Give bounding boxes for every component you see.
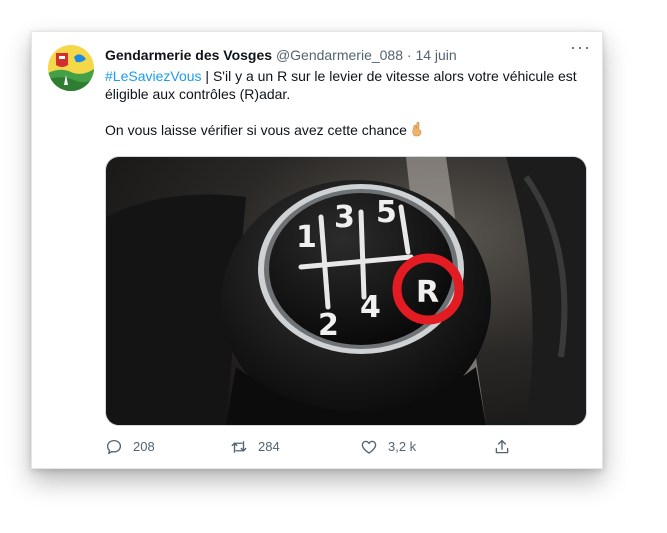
avatar[interactable]	[48, 45, 94, 91]
retweet-count: 284	[258, 439, 280, 454]
tweet-actions: 208 284 3,2 k	[105, 435, 525, 459]
retweet-button[interactable]: 284	[230, 435, 280, 459]
knob-number-3: 3	[334, 200, 355, 235]
knob-number-2: 2	[318, 308, 339, 343]
knob-number-5: 5	[376, 195, 397, 230]
hashtag-link[interactable]: #LeSaviezVous	[105, 68, 202, 84]
crossed-fingers-emoji-icon	[411, 121, 423, 141]
tweet-paragraph-2: On vous laisse vérifier si vous avez cet…	[105, 121, 593, 141]
reply-count: 208	[133, 439, 155, 454]
user-handle[interactable]: @Gendarmerie_088	[276, 47, 403, 63]
like-button[interactable]: 3,2 k	[360, 435, 416, 459]
header-separator: ·	[406, 47, 412, 63]
tweet-body: Gendarmerie des Vosges @Gendarmerie_088 …	[105, 46, 593, 141]
knob-number-r: R	[416, 275, 439, 310]
tweet-text-line2: On vous laisse vérifier si vous avez cet…	[105, 122, 407, 138]
tweet-media-image[interactable]: 1 3 5 2 4 R	[105, 156, 587, 426]
reply-button[interactable]: 208	[105, 435, 155, 459]
heart-icon	[361, 440, 377, 454]
tweet-date[interactable]: 14 juin	[415, 47, 456, 63]
tweet-text: #LeSaviezVous | S'il y a un R sur le lev…	[105, 67, 593, 141]
retweet-icon	[231, 441, 247, 453]
tweet-header: Gendarmerie des Vosges @Gendarmerie_088 …	[105, 46, 593, 64]
share-icon	[495, 439, 509, 454]
knob-number-1: 1	[296, 220, 317, 255]
tweet-paragraph-1: #LeSaviezVous | S'il y a un R sur le lev…	[105, 67, 593, 103]
gendarmerie-logo-icon	[48, 45, 94, 91]
display-name[interactable]: Gendarmerie des Vosges	[105, 47, 272, 63]
share-button[interactable]	[493, 435, 521, 459]
tweet-card[interactable]: ··· Gendarmerie des Vosges @Gendarmerie_…	[31, 31, 603, 469]
knob-number-4: 4	[360, 290, 381, 325]
like-count: 3,2 k	[388, 439, 417, 454]
reply-icon	[106, 439, 122, 455]
gear-knob-photo: 1 3 5 2 4 R	[106, 157, 586, 425]
